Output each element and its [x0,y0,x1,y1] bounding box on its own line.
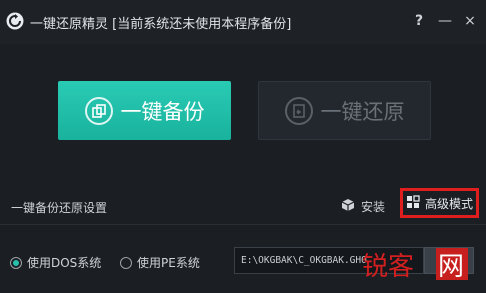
pe-radio[interactable] [120,256,132,269]
dos-label: 使用DOS系统 [27,256,102,270]
copy-circle-icon [84,96,113,125]
minimize-button[interactable]: — [436,12,454,30]
one-click-restore-button[interactable]: 一键还原 [258,81,431,140]
one-click-backup-button[interactable]: 一键备份 [58,81,231,140]
advanced-mode-button[interactable]: 高级模式 [400,188,479,218]
install-label: 安装 [361,200,386,214]
options-panel: 使用DOS系统 使用PE系统 E:\OKGBAK\C_OKGBAK.GHO 浏览 [0,225,486,293]
settings-bar: 一键备份还原设置 安装 高级模式 [0,188,486,222]
backup-path-field[interactable]: E:\OKGBAK\C_OKGBAK.GHO [234,247,424,274]
refresh-circle-icon [6,12,24,30]
settings-title: 一键备份还原设置 [11,201,108,215]
restore-circle-icon [284,96,313,125]
advanced-label: 高级模式 [424,196,473,211]
restore-label: 一键还原 [320,99,405,124]
install-button[interactable]: 安装 [341,198,385,215]
main-actions: 一键备份 一键还原 [0,44,486,194]
dos-system-option[interactable]: 使用DOS系统 [10,254,101,271]
dos-radio[interactable] [10,256,22,269]
grid-icon [406,194,420,212]
close-button[interactable]: × [461,12,479,30]
window-title: 一键还原精灵 [当前系统还未使用本程序备份] [30,17,292,32]
box-icon [341,198,355,215]
backup-label: 一键备份 [120,99,205,124]
title-bar: 一键还原精灵 [当前系统还未使用本程序备份] ? — × [0,0,486,44]
pe-label: 使用PE系统 [137,256,200,270]
help-button[interactable]: ? [410,12,428,30]
pe-system-option[interactable]: 使用PE系统 [120,254,200,271]
browse-button[interactable]: 浏览 [424,247,474,274]
